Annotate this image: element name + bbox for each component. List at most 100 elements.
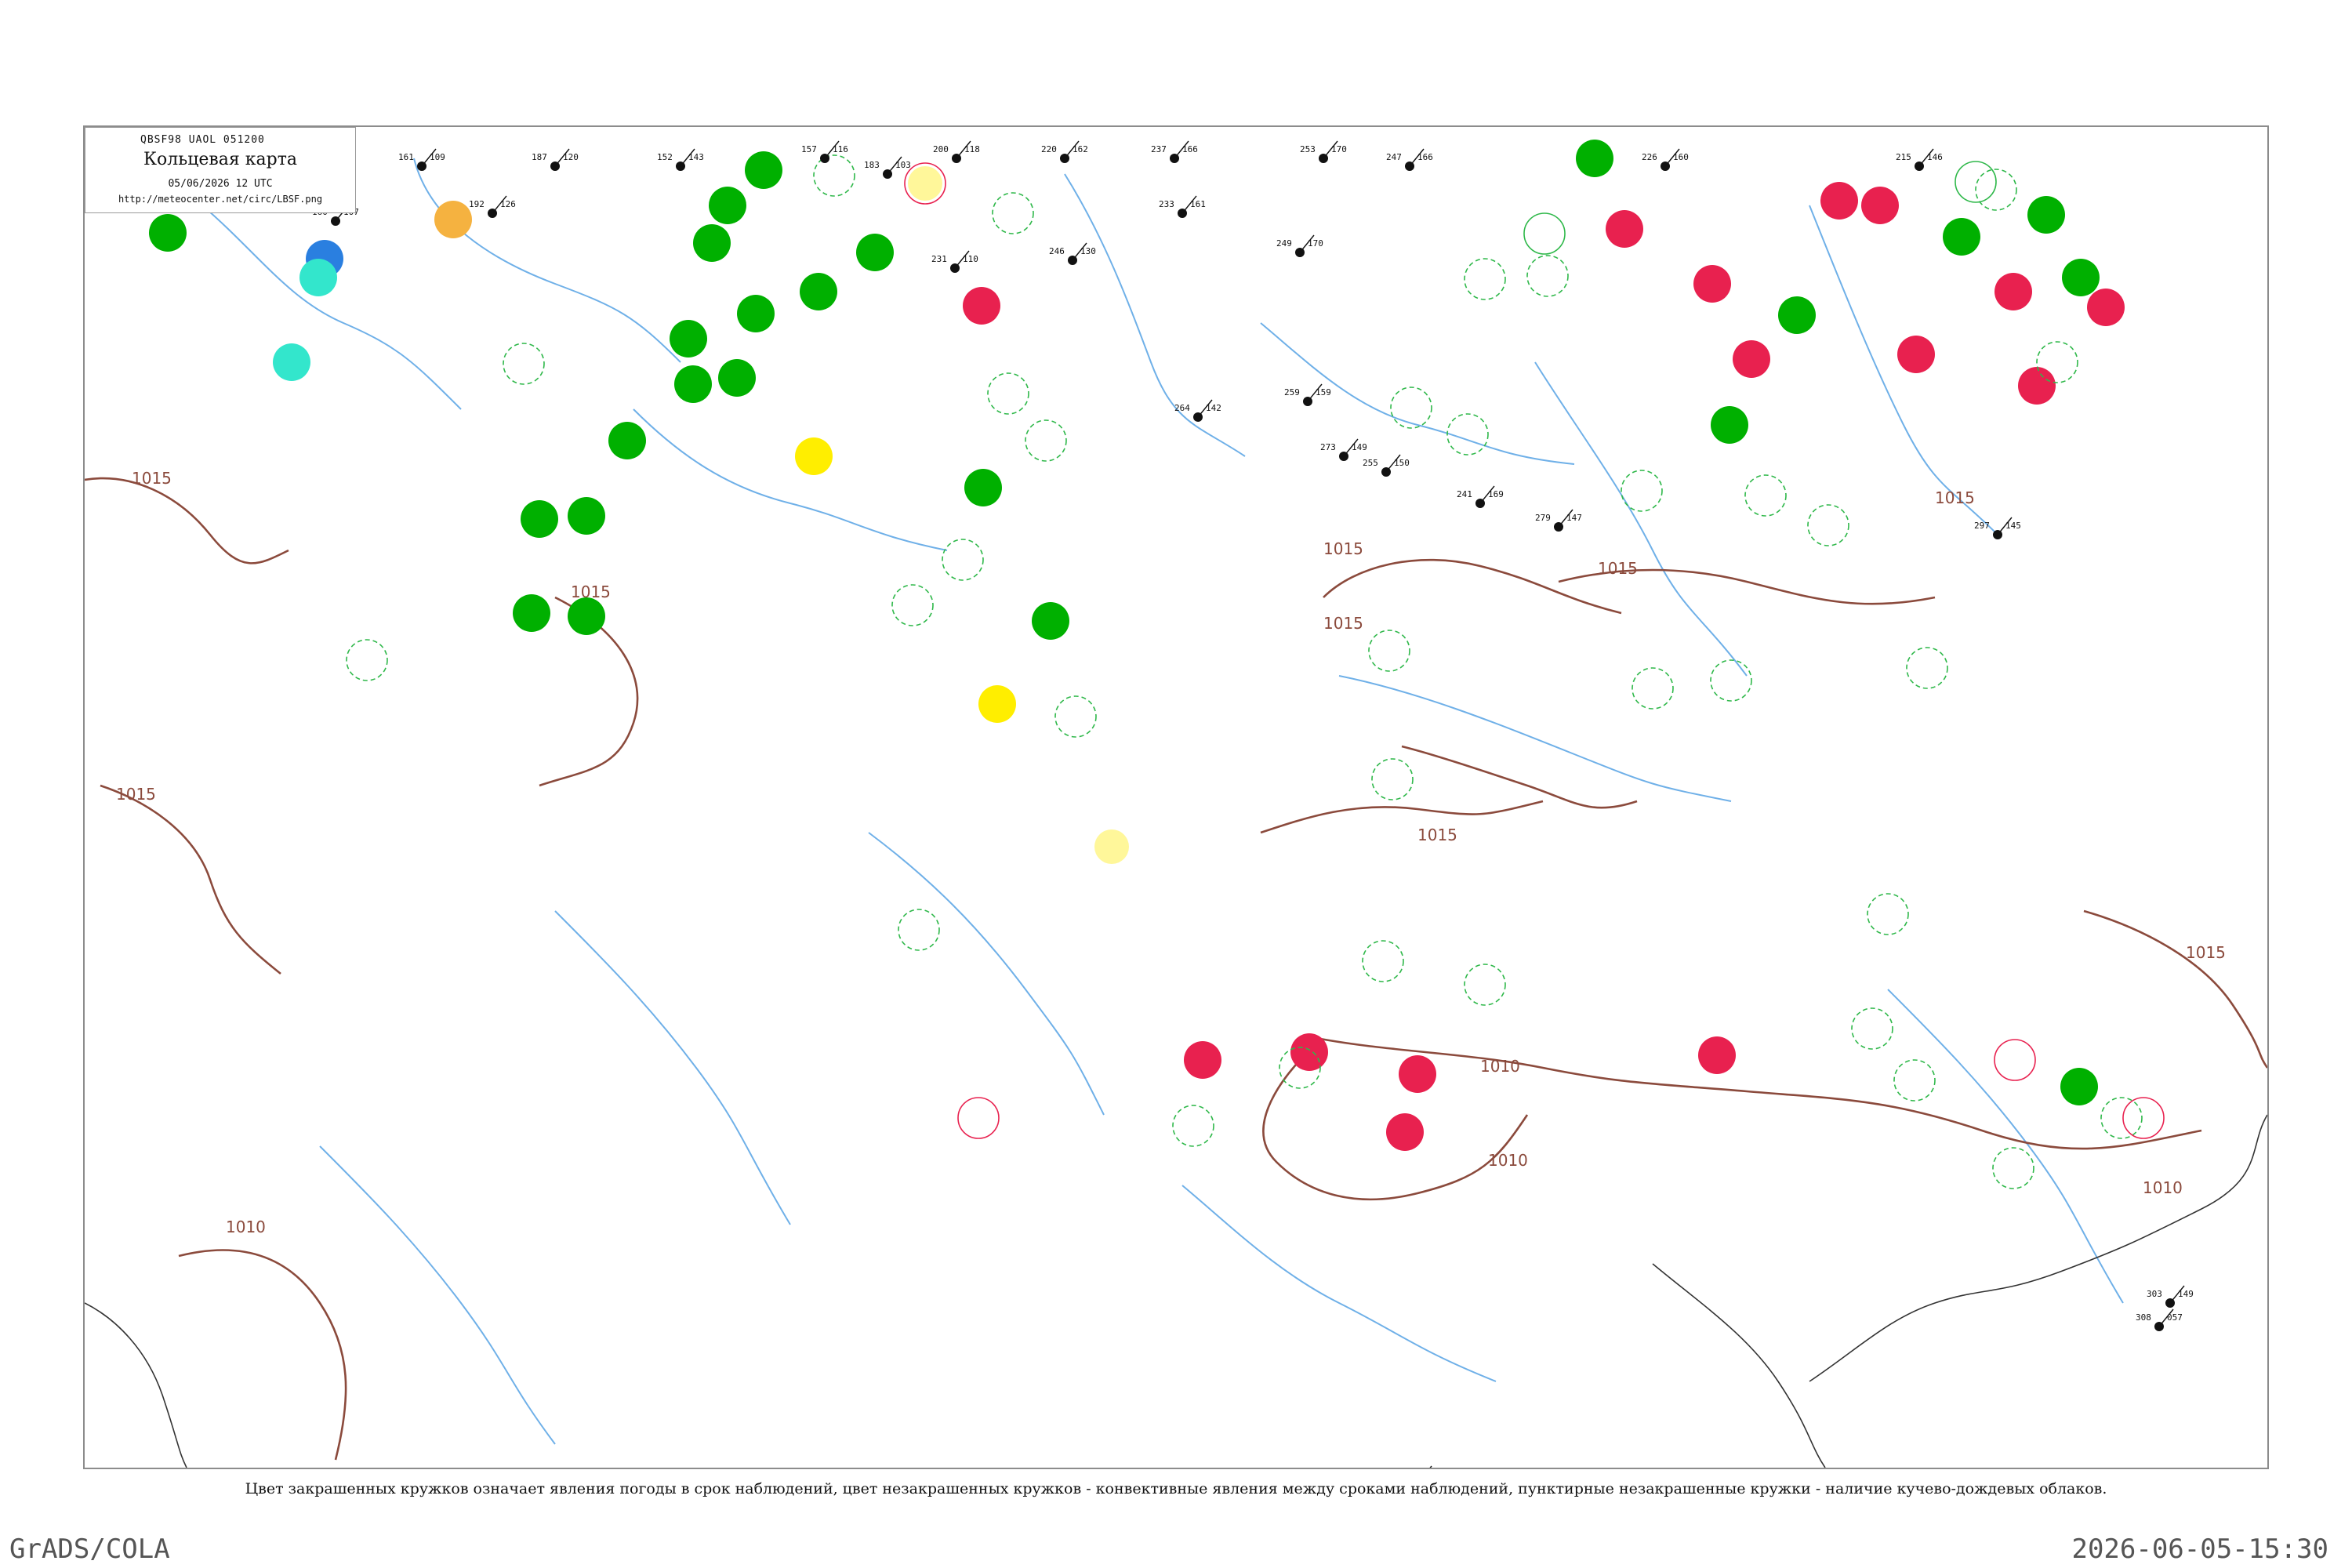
fog-circle[interactable] [978,685,1016,723]
cb-dashed-circle[interactable] [1025,419,1067,462]
cb-dashed-circle[interactable] [1893,1059,1936,1102]
station-plot[interactable]: 253 170 [1300,140,1347,163]
rain-circle[interactable] [1693,265,1731,303]
cb-dashed-circle[interactable] [891,584,934,626]
station-plot[interactable]: 152 143 [657,148,704,171]
thunderstorm-circle[interactable] [670,320,707,358]
station-plot[interactable]: 183 103 [864,156,911,179]
rain-circle[interactable] [1994,273,2032,310]
station-plot[interactable]: 215 146 [1896,148,1943,171]
cb-dashed-circle[interactable] [2036,341,2078,383]
cb-dashed-circle[interactable] [1526,255,1569,297]
station-plot[interactable]: 237 166 [1151,140,1198,163]
thunderstorm-circle[interactable] [718,359,756,397]
cb-dashed-circle[interactable] [1975,169,2017,211]
thunderstorm-circle[interactable] [674,365,712,403]
station-plot[interactable]: 241 169 [1457,485,1504,508]
station-plot[interactable]: 255 150 [1363,454,1410,477]
rain-circle[interactable] [1897,336,1935,373]
station-plot[interactable]: 246 130 [1049,242,1096,265]
orange-circle[interactable] [434,201,472,238]
cyan-circle[interactable] [273,343,310,381]
thunderstorm-circle[interactable] [1778,296,1816,334]
station-plot[interactable]: 220 162 [1041,140,1088,163]
cb-dashed-circle[interactable] [1464,964,1506,1006]
fog-circle-light[interactable] [1094,829,1129,864]
convective-circle[interactable] [1955,161,1997,203]
convective-circle[interactable] [957,1097,1000,1139]
station-plot[interactable]: 157 116 [801,140,848,163]
source-link[interactable]: http://meteocenter.net/circ/LBSF.png [85,194,355,205]
thunderstorm-circle[interactable] [693,224,731,262]
cb-dashed-circle[interactable] [813,154,855,197]
rain-circle[interactable] [1290,1033,1328,1071]
thunderstorm-circle[interactable] [745,151,782,189]
cb-dashed-circle[interactable] [1371,758,1414,800]
cb-dashed-circle[interactable] [1906,647,1948,689]
station-plot[interactable]: 279 147 [1535,509,1582,532]
cb-dashed-circle[interactable] [1054,695,1097,738]
cb-dashed-circle[interactable] [1851,1007,1893,1050]
thunderstorm-circle[interactable] [737,295,775,332]
station-plot[interactable]: 200 118 [933,140,980,163]
cb-dashed-circle[interactable] [1992,1147,2034,1189]
cb-dashed-circle[interactable] [1172,1105,1214,1147]
rain-circle[interactable] [1820,182,1858,220]
thunderstorm-circle[interactable] [568,497,605,535]
station-plot[interactable]: 161 109 [398,148,445,171]
thunderstorm-circle[interactable] [1711,406,1748,444]
rain-circle[interactable] [1399,1055,1436,1093]
cb-dashed-circle[interactable] [1867,893,1909,935]
station-plot[interactable]: 231 110 [931,250,978,273]
fog-circle-light[interactable] [908,166,942,201]
convective-circle[interactable] [1523,212,1566,255]
cb-dashed-circle[interactable] [992,192,1034,234]
thunderstorm-circle[interactable] [1032,602,1069,640]
cb-dashed-circle[interactable] [987,372,1029,415]
thunderstorm-circle[interactable] [1576,140,1613,177]
rain-circle[interactable] [1184,1041,1221,1079]
cb-dashed-circle[interactable] [1362,940,1404,982]
fog-circle[interactable] [795,437,833,475]
cb-dashed-circle[interactable] [1446,413,1489,456]
thunderstorm-circle[interactable] [149,214,187,252]
station-plot[interactable]: 303 149 [2147,1285,2194,1308]
thunderstorm-circle[interactable] [1943,218,1980,256]
station-plot[interactable]: 192 126 [469,195,516,218]
station-plot[interactable]: 233 161 [1159,195,1206,218]
thunderstorm-circle[interactable] [2060,1068,2098,1105]
cb-dashed-circle[interactable] [1710,659,1752,702]
thunderstorm-circle[interactable] [800,273,837,310]
cb-dashed-circle[interactable] [1621,470,1663,512]
thunderstorm-circle[interactable] [513,594,550,632]
rain-circle[interactable] [963,287,1000,325]
station-plot[interactable]: 247 166 [1386,148,1433,171]
thunderstorm-circle[interactable] [964,469,1002,506]
cb-dashed-circle[interactable] [1807,504,1849,546]
rain-circle[interactable] [1733,340,1770,378]
convective-circle[interactable] [1994,1039,2036,1081]
cb-dashed-circle[interactable] [1390,387,1432,429]
station-plot[interactable]: 226 160 [1642,148,1689,171]
thunderstorm-circle[interactable] [568,597,605,635]
thunderstorm-circle[interactable] [2062,259,2100,296]
thunderstorm-circle[interactable] [2027,196,2065,234]
rain-circle[interactable] [2018,367,2056,405]
station-plot[interactable]: 259 159 [1284,383,1331,406]
station-plot[interactable]: 297 145 [1974,517,2021,539]
station-plot[interactable]: 273 149 [1320,438,1367,461]
convective-circle[interactable] [2122,1097,2165,1139]
cb-dashed-circle[interactable] [1632,667,1674,710]
cb-dashed-circle[interactable] [898,909,940,951]
rain-circle[interactable] [1861,187,1899,224]
station-plot[interactable]: 308 057 [2136,1308,2183,1331]
cb-dashed-circle[interactable] [2100,1097,2143,1139]
station-plot[interactable]: 187 120 [532,148,579,171]
thunderstorm-circle[interactable] [608,422,646,459]
station-plot[interactable]: 249 170 [1276,234,1323,257]
cyan-circle[interactable] [299,259,337,296]
station-plot[interactable]: 323139 [1394,1465,1441,1468]
thunderstorm-circle[interactable] [856,234,894,271]
thunderstorm-circle[interactable] [521,500,558,538]
rain-circle[interactable] [1606,210,1643,248]
